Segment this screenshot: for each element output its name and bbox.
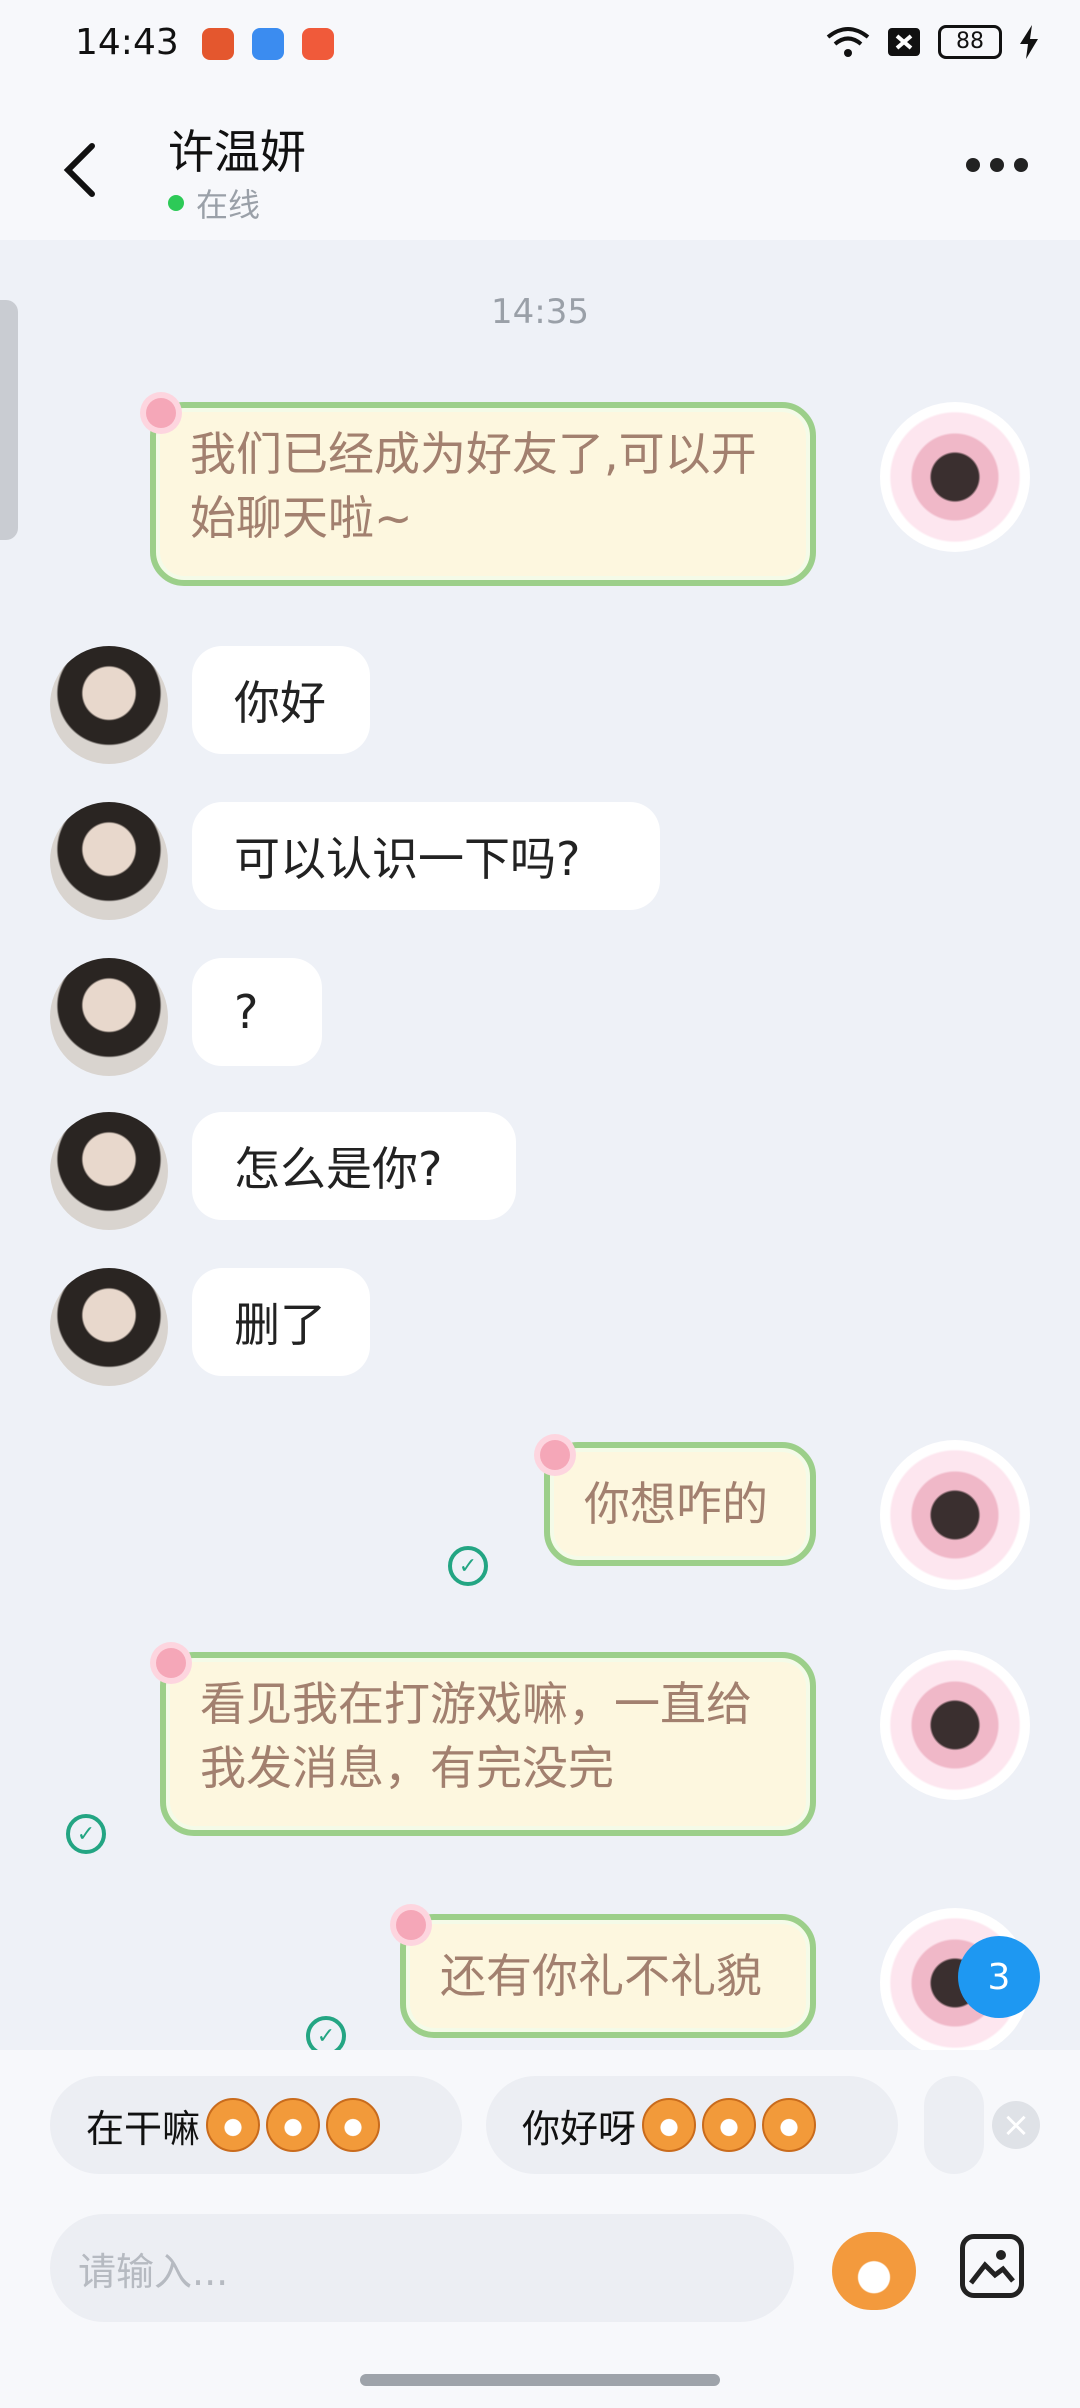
message-text: 删了 <box>234 1298 326 1352</box>
online-dot-icon <box>168 195 184 211</box>
message-text: 可以认识一下吗? <box>234 832 581 886</box>
monkey-emoji-icon <box>762 2098 817 2152</box>
monkey-emoji-icon <box>206 2098 261 2152</box>
system-icons: 88 <box>826 24 1040 60</box>
monkey-emoji-icon <box>326 2098 381 2152</box>
message-text: 看见我在打游戏嘛，一直给我发消息，有完没完 <box>200 1677 752 1795</box>
message-bubble-sent[interactable]: 你想咋的 <box>544 1442 816 1566</box>
mountain-image-icon <box>969 2250 1015 2285</box>
monkey-emoji-icon <box>642 2098 697 2152</box>
quick-reply-label: 你好呀 <box>522 2106 637 2151</box>
quick-reply-chip[interactable]: 你好呀 <box>486 2076 898 2174</box>
more-options-button[interactable] <box>966 158 1028 172</box>
quick-reply-chip-partial[interactable] <box>924 2076 984 2174</box>
message-text: 你好 <box>234 676 326 730</box>
message-bubble-sent[interactable]: 还有你礼不礼貌 <box>400 1914 816 2038</box>
status-bar: 14:43 88 <box>0 0 1080 96</box>
charging-icon <box>1020 25 1038 59</box>
monkey-emoji-icon <box>702 2098 757 2152</box>
chat-header: 许温妍 在线 <box>0 96 1080 240</box>
flower-decoration-icon <box>156 1648 186 1678</box>
image-picker-icon[interactable] <box>960 2234 1024 2298</box>
message-text: ? <box>234 985 259 1039</box>
status-time: 14:43 <box>75 22 179 63</box>
app-icon-2 <box>252 28 284 60</box>
message-input[interactable]: 请输入... <box>50 2214 794 2322</box>
close-quick-replies-icon[interactable]: × <box>992 2101 1040 2149</box>
quick-reply-chip[interactable]: 在干嘛 <box>50 2076 462 2174</box>
more-dot-icon <box>1014 158 1028 172</box>
message-bubble-sent[interactable]: 看见我在打游戏嘛，一直给我发消息，有完没完 <box>160 1652 816 1836</box>
home-indicator[interactable] <box>360 2374 720 2386</box>
flower-decoration-icon <box>540 1440 570 1470</box>
my-avatar[interactable] <box>880 1440 1030 1590</box>
message-bubble-received[interactable]: 可以认识一下吗? <box>192 802 660 910</box>
battery-level: 88 <box>938 25 1002 59</box>
app-icon-1 <box>202 28 234 60</box>
message-bubble-received[interactable]: ? <box>192 958 322 1066</box>
wifi-icon <box>826 27 870 57</box>
no-sim-icon <box>888 28 920 56</box>
online-status: 在线 <box>168 180 260 226</box>
message-text: 怎么是你? <box>234 1142 443 1196</box>
contact-name[interactable]: 许温妍 <box>168 116 306 182</box>
flower-decoration-icon <box>396 1910 426 1940</box>
contact-avatar[interactable] <box>50 1268 168 1386</box>
read-check-icon: ✓ <box>448 1546 488 1586</box>
new-message-count-badge[interactable]: 3 <box>958 1936 1040 2018</box>
quick-reply-label: 在干嘛 <box>86 2106 201 2151</box>
monkey-emoji-icon <box>266 2098 321 2152</box>
input-placeholder: 请输入... <box>78 2249 229 2294</box>
my-avatar[interactable] <box>880 1650 1030 1800</box>
message-text: 你想咋的 <box>584 1477 768 1531</box>
flower-decoration-icon <box>146 398 176 428</box>
message-bubble-received[interactable]: 删了 <box>192 1268 370 1376</box>
chat-timestamp: 14:35 <box>491 292 589 332</box>
side-scroll-handle[interactable] <box>0 300 18 540</box>
message-text: 我们已经成为好友了,可以开始聊天啦~ <box>190 427 757 545</box>
more-dot-icon <box>990 158 1004 172</box>
emoji-picker-button[interactable] <box>832 2232 916 2310</box>
message-bubble-received[interactable]: 怎么是你? <box>192 1112 516 1220</box>
back-arrow-icon[interactable] <box>58 140 102 200</box>
contact-avatar[interactable] <box>50 958 168 1076</box>
contact-avatar[interactable] <box>50 802 168 920</box>
message-text: 还有你礼不礼貌 <box>440 1949 762 2003</box>
message-bubble-sent[interactable]: 我们已经成为好友了,可以开始聊天啦~ <box>150 402 816 586</box>
app-icon-3 <box>302 28 334 60</box>
read-check-icon: ✓ <box>66 1814 106 1854</box>
online-label: 在线 <box>196 186 261 224</box>
contact-avatar[interactable] <box>50 1112 168 1230</box>
more-dot-icon <box>966 158 980 172</box>
message-bubble-received[interactable]: 你好 <box>192 646 370 754</box>
my-avatar[interactable] <box>880 402 1030 552</box>
contact-avatar[interactable] <box>50 646 168 764</box>
